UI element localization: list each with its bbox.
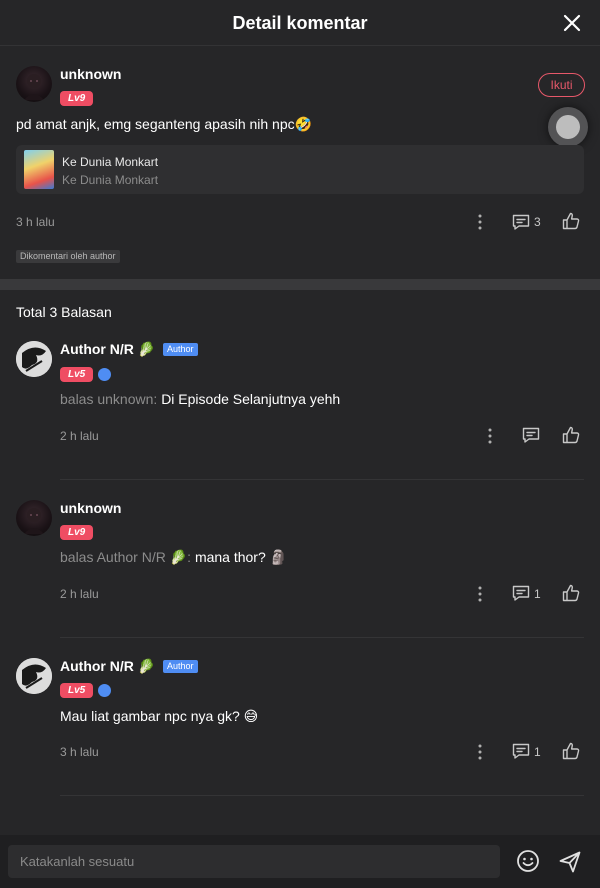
reply-icon[interactable]: [511, 583, 531, 603]
username[interactable]: Author N/R 🥬: [60, 341, 155, 358]
reply-divider: [60, 795, 584, 796]
reply-count: 3: [534, 215, 541, 229]
replies-total: Total 3 Balasan: [16, 304, 112, 320]
comment-text: pd amat anjk, emg seganteng apasih nih n…: [16, 116, 313, 132]
section-divider: [0, 279, 600, 290]
reply-time: 3 h lalu: [60, 745, 99, 759]
emoji-icon[interactable]: [516, 849, 540, 873]
floating-assistive-button[interactable]: [548, 107, 588, 147]
reply-body: mana thor? 🗿: [194, 549, 288, 565]
more-options-icon[interactable]: [470, 212, 490, 232]
reply-time: 2 h lalu: [60, 587, 99, 601]
level-badge: Lv5: [60, 367, 94, 382]
reply-text: balas unknown: Di Episode Selanjutnya ye…: [60, 391, 340, 407]
author-badge: Author: [163, 343, 198, 356]
author-commented-tag: Dikomentari oleh author: [16, 250, 120, 263]
page-title: Detail komentar: [232, 13, 368, 33]
comment-time: 3 h lalu: [16, 215, 55, 229]
reply-text: Mau liat gambar npc nya gk? 😅: [60, 708, 258, 725]
follow-button[interactable]: Ikuti: [538, 73, 585, 97]
book-title: Ke Dunia Monkart: [62, 155, 159, 169]
reply-text: balas Author N/R 🥬: mana thor? 🗿: [60, 549, 287, 566]
reply-prefix: balas unknown:: [60, 391, 162, 407]
like-icon[interactable]: [561, 583, 581, 603]
level-badge: Lv5: [60, 683, 94, 698]
reply-count: 1: [534, 587, 541, 601]
avatar[interactable]: [16, 658, 52, 694]
comment-input[interactable]: Katakanlah sesuatu: [8, 845, 500, 878]
avatar[interactable]: [16, 341, 52, 377]
username[interactable]: unknown: [60, 66, 121, 82]
comment-composer: Katakanlah sesuatu: [0, 835, 600, 888]
reply-count: 1: [534, 745, 541, 759]
reply-icon[interactable]: [511, 741, 531, 761]
verified-badge-icon: [98, 368, 111, 381]
more-options-icon[interactable]: [470, 742, 490, 762]
avatar[interactable]: [16, 66, 52, 102]
reply-divider: [60, 479, 584, 480]
reply-prefix: balas Author N/R 🥬:: [60, 549, 195, 565]
verified-badge-icon: [98, 684, 111, 697]
level-badge: Lv9: [60, 91, 94, 106]
level-badge: Lv9: [60, 525, 94, 540]
like-icon[interactable]: [561, 741, 581, 761]
avatar[interactable]: [16, 500, 52, 536]
book-cover-image: [24, 150, 54, 189]
reply-body: Di Episode Selanjutnya yehh: [161, 391, 341, 407]
book-card[interactable]: Ke Dunia Monkart Ke Dunia Monkart: [16, 145, 584, 194]
more-options-icon[interactable]: [470, 584, 490, 604]
reply-time: 2 h lalu: [60, 429, 99, 443]
username[interactable]: Author N/R 🥬: [60, 658, 155, 675]
send-icon[interactable]: [558, 850, 582, 874]
like-icon[interactable]: [561, 211, 581, 231]
reply-icon[interactable]: [511, 212, 531, 232]
reply-body: Mau liat gambar npc nya gk? 😅: [60, 708, 259, 724]
like-icon[interactable]: [561, 425, 581, 445]
more-options-icon[interactable]: [480, 426, 500, 446]
username[interactable]: unknown: [60, 500, 121, 516]
book-subtitle: Ke Dunia Monkart: [62, 173, 159, 187]
header-bar: Detail komentar: [0, 0, 600, 46]
author-badge: Author: [163, 660, 198, 673]
reply-divider: [60, 637, 584, 638]
reply-icon[interactable]: [521, 425, 541, 445]
close-icon[interactable]: [562, 13, 582, 33]
